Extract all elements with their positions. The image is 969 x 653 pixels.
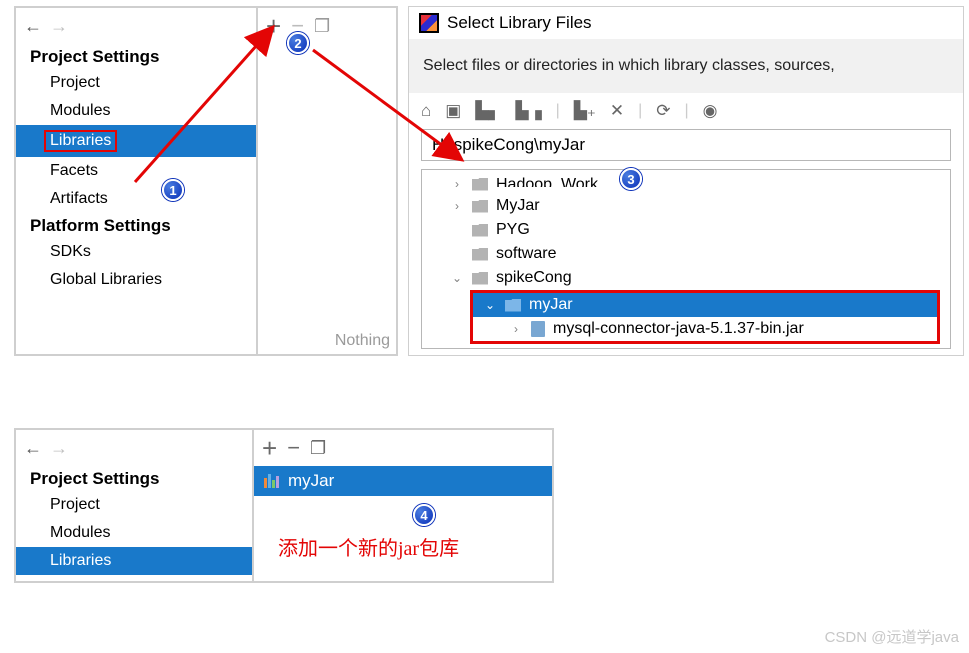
project-icon[interactable]: ▙▖ <box>475 101 501 121</box>
settings-item-modules[interactable]: Modules <box>16 97 256 125</box>
back-icon[interactable]: ← <box>24 438 42 459</box>
watermark: CSDN @远道学java <box>825 626 959 647</box>
settings-item-project[interactable]: Project <box>16 491 252 519</box>
copy-library-button[interactable]: ❐ <box>314 17 330 35</box>
panel-navbar: ← → <box>16 8 256 44</box>
settings-list: Project Settings Project Modules Librari… <box>16 466 252 581</box>
tree-row[interactable]: › Hadoop_Work <box>422 174 950 194</box>
selected-folder-label: myJar <box>529 296 573 314</box>
library-icon <box>264 474 280 488</box>
tree-row-selected[interactable]: ⌄ myJar <box>473 293 937 317</box>
tree-row[interactable]: PYG <box>422 218 950 242</box>
settings-item-globallibs[interactable]: Global Libraries <box>16 266 256 294</box>
project-settings-header: Project Settings <box>16 44 256 69</box>
settings-list: Project Settings Project Modules Librari… <box>16 44 256 300</box>
tree-row[interactable]: › MyJar <box>422 194 950 218</box>
libraries-toolbar: + − ❐ <box>258 8 396 44</box>
intellij-icon <box>419 13 439 33</box>
highlight-frame: Libraries <box>44 130 117 152</box>
libraries-middle-panel: + − ❐ Nothing <box>258 6 398 356</box>
chevron-right-icon: › <box>509 322 523 336</box>
project-settings-panel: ← → Project Settings Project Modules Lib… <box>14 6 258 356</box>
jar-icon <box>531 321 545 337</box>
settings-item-modules[interactable]: Modules <box>16 519 252 547</box>
home-icon[interactable]: ⌂ <box>421 101 431 121</box>
folder-icon <box>472 224 488 237</box>
settings-item-sdks[interactable]: SDKs <box>16 238 256 266</box>
desktop-icon[interactable]: ▣ <box>445 101 461 121</box>
path-input[interactable]: H:\spikeCong\myJar <box>421 129 951 161</box>
tree-row[interactable]: ⌄ spikeCong <box>422 266 950 290</box>
badge-2: 2 <box>287 32 309 54</box>
copy-library-button[interactable]: ❐ <box>310 439 326 457</box>
file-tree: › Hadoop_Work › MyJar PYG software ⌄ <box>421 169 951 349</box>
module-icon[interactable]: ▙▗ <box>516 101 542 121</box>
forward-icon[interactable]: → <box>50 16 68 37</box>
dialog-title: Select Library Files <box>447 13 592 33</box>
select-library-dialog: Select Library Files Select files or dir… <box>408 6 964 356</box>
tree-row[interactable]: software <box>422 242 950 266</box>
tree-row-jar[interactable]: › mysql-connector-java-5.1.37-bin.jar <box>473 317 937 341</box>
delete-icon[interactable]: ✕ <box>610 101 624 121</box>
back-icon[interactable]: ← <box>24 16 42 37</box>
settings-item-libraries[interactable]: Libraries <box>16 125 256 157</box>
dialog-toolbar: ⌂ ▣ ▙▖ ▙▗ | ▙₊ ✕ | ⟳ | ◉ <box>409 93 963 129</box>
badge-1: 1 <box>162 179 184 201</box>
platform-settings-header: Platform Settings <box>16 213 256 238</box>
dialog-instruction: Select files or directories in which lib… <box>409 39 963 93</box>
chevron-down-icon: ⌄ <box>483 298 497 312</box>
badge-4: 4 <box>413 504 435 526</box>
settings-item-facets[interactable]: Facets <box>16 157 256 185</box>
badge-3: 3 <box>620 168 642 190</box>
path-text: H:\spikeCong\myJar <box>432 135 585 155</box>
library-name: myJar <box>288 471 334 491</box>
chevron-right-icon: › <box>450 199 464 213</box>
settings-item-artifacts[interactable]: Artifacts <box>16 185 256 213</box>
new-folder-icon[interactable]: ▙₊ <box>574 101 596 121</box>
panel-navbar: ← → <box>16 430 252 466</box>
chevron-down-icon: ⌄ <box>450 271 464 285</box>
annotation-text: 添加一个新的jar包库 <box>254 496 552 561</box>
folder-icon <box>472 272 488 285</box>
libraries-middle-panel-2: + − ❐ myJar 添加一个新的jar包库 <box>254 428 554 583</box>
libraries-toolbar: + − ❐ <box>254 430 552 466</box>
nothing-label: Nothing <box>329 328 396 354</box>
refresh-icon[interactable]: ⟳ <box>656 101 670 121</box>
jar-file-label: mysql-connector-java-5.1.37-bin.jar <box>553 320 804 338</box>
chevron-right-icon: › <box>450 177 464 191</box>
dialog-titlebar: Select Library Files <box>409 7 963 39</box>
folder-icon <box>505 299 521 312</box>
folder-icon <box>472 200 488 213</box>
show-hidden-icon[interactable]: ◉ <box>703 101 718 121</box>
remove-library-button[interactable]: − <box>287 437 300 459</box>
add-library-button[interactable]: + <box>262 435 277 461</box>
selection-highlight-frame: ⌄ myJar › mysql-connector-java-5.1.37-bi… <box>470 290 940 344</box>
project-settings-panel-2: ← → Project Settings Project Modules Lib… <box>14 428 254 583</box>
add-library-button[interactable]: + <box>266 13 281 39</box>
library-entry[interactable]: myJar <box>254 466 552 496</box>
project-settings-header: Project Settings <box>16 466 252 491</box>
settings-item-project[interactable]: Project <box>16 69 256 97</box>
folder-icon <box>472 178 488 191</box>
settings-item-libraries[interactable]: Libraries <box>16 547 252 575</box>
forward-icon[interactable]: → <box>50 438 68 459</box>
folder-icon <box>472 248 488 261</box>
